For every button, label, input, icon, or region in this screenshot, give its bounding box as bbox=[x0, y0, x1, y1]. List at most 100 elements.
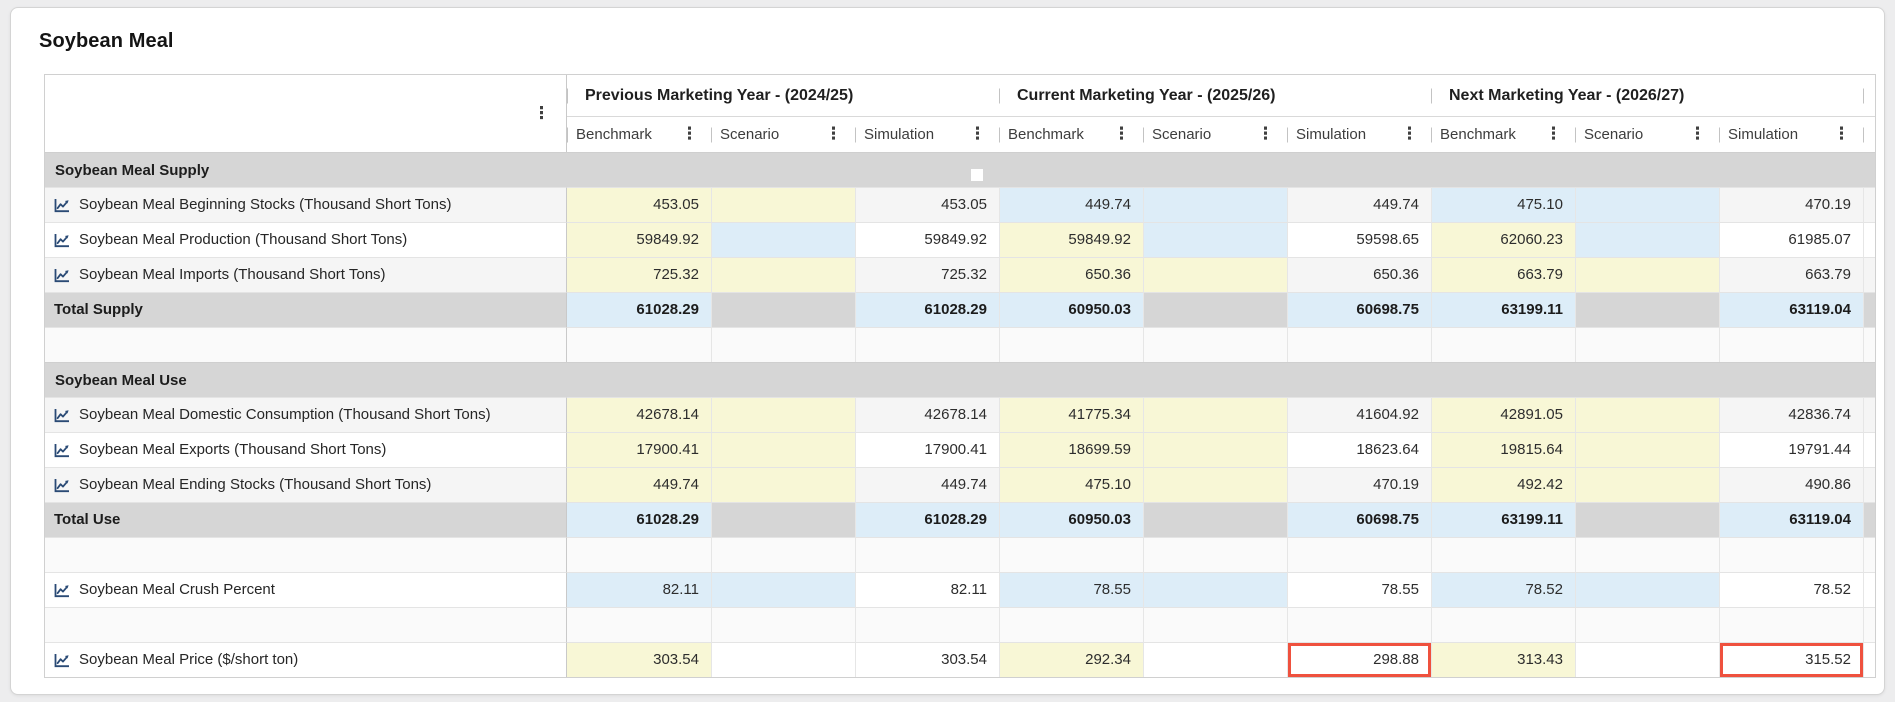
value-cell[interactable] bbox=[711, 432, 855, 467]
spacer-cell bbox=[567, 607, 711, 642]
sub-header-label: Benchmark bbox=[576, 126, 652, 143]
line-chart-icon[interactable] bbox=[54, 478, 70, 493]
value-cell[interactable] bbox=[1143, 467, 1287, 502]
row-end-spacer bbox=[1863, 257, 1875, 292]
value-cell[interactable]: 41775.34 bbox=[999, 397, 1143, 432]
line-chart-icon[interactable] bbox=[54, 198, 70, 213]
row-end-spacer bbox=[1863, 502, 1875, 537]
value-cell[interactable]: 453.05 bbox=[567, 187, 711, 222]
column-separator-tick bbox=[711, 127, 712, 142]
value-cell: 663.79 bbox=[1719, 257, 1863, 292]
value-cell[interactable]: 663.79 bbox=[1431, 257, 1575, 292]
column-separator-tick bbox=[1431, 88, 1432, 103]
value-cell[interactable]: 62060.23 bbox=[1431, 222, 1575, 257]
value-cell[interactable] bbox=[1575, 467, 1719, 502]
value-cell[interactable] bbox=[711, 257, 855, 292]
value-cell bbox=[1575, 292, 1719, 327]
value-cell[interactable]: 18699.59 bbox=[999, 432, 1143, 467]
spacer-row-label-cell bbox=[45, 327, 567, 362]
value-cell: 78.52 bbox=[1719, 572, 1863, 607]
column-kebab-menu[interactable]: ⋮ bbox=[825, 126, 842, 143]
line-chart-icon[interactable] bbox=[54, 233, 70, 248]
value-cell[interactable] bbox=[711, 467, 855, 502]
column-kebab-menu[interactable]: ⋮ bbox=[1689, 126, 1706, 143]
value-cell bbox=[711, 642, 855, 677]
value-cell bbox=[711, 292, 855, 327]
column-separator-tick bbox=[567, 88, 568, 103]
value-cell[interactable]: 449.74 bbox=[567, 467, 711, 502]
value-cell[interactable]: 303.54 bbox=[567, 642, 711, 677]
line-chart-icon[interactable] bbox=[54, 583, 70, 598]
value-cell[interactable] bbox=[1575, 397, 1719, 432]
year-group-header: Previous Marketing Year - (2024/25) bbox=[567, 75, 999, 117]
value-cell[interactable]: 292.34 bbox=[999, 642, 1143, 677]
value-cell[interactable]: 475.10 bbox=[999, 467, 1143, 502]
value-cell[interactable]: 42678.14 bbox=[567, 397, 711, 432]
row-label: Soybean Meal Ending Stocks (Thousand Sho… bbox=[45, 467, 567, 502]
sub-header-scenario[interactable]: Scenario ⋮ bbox=[1575, 117, 1719, 152]
column-kebab-menu[interactable]: ⋮ bbox=[1257, 126, 1274, 143]
value-cell[interactable] bbox=[711, 397, 855, 432]
column-kebab-menu[interactable]: ⋮ bbox=[1113, 126, 1130, 143]
sub-header-scenario[interactable]: Scenario ⋮ bbox=[1143, 117, 1287, 152]
column-kebab-menu[interactable]: ⋮ bbox=[1401, 126, 1418, 143]
spacer-cell bbox=[711, 327, 855, 362]
value-cell[interactable] bbox=[1143, 397, 1287, 432]
column-separator-tick bbox=[1143, 127, 1144, 142]
value-cell[interactable] bbox=[711, 187, 855, 222]
value-cell[interactable]: 725.32 bbox=[567, 257, 711, 292]
value-cell[interactable]: 59849.92 bbox=[567, 222, 711, 257]
table-menu-icon[interactable]: ⋮ bbox=[533, 105, 550, 122]
line-chart-icon[interactable] bbox=[54, 443, 70, 458]
value-cell[interactable]: 42891.05 bbox=[1431, 397, 1575, 432]
year-group-label: Current Marketing Year - (2025/26) bbox=[1017, 86, 1276, 104]
value-cell[interactable] bbox=[1143, 257, 1287, 292]
stray-selection-square bbox=[971, 169, 983, 181]
value-cell: 63199.11 bbox=[1431, 292, 1575, 327]
row-label-text: Soybean Meal Beginning Stocks (Thousand … bbox=[79, 196, 452, 213]
column-kebab-menu[interactable]: ⋮ bbox=[1833, 126, 1850, 143]
value-cell[interactable]: 17900.41 bbox=[567, 432, 711, 467]
column-separator-tick bbox=[999, 127, 1000, 142]
row-label-text: Soybean Meal Imports (Thousand Short Ton… bbox=[79, 266, 386, 283]
row-label: Soybean Meal Beginning Stocks (Thousand … bbox=[45, 187, 567, 222]
value-cell[interactable] bbox=[1143, 432, 1287, 467]
value-cell[interactable]: 650.36 bbox=[999, 257, 1143, 292]
sub-header-benchmark[interactable]: Benchmark ⋮ bbox=[999, 117, 1143, 152]
sub-header-simulation[interactable]: Simulation ⋮ bbox=[1287, 117, 1431, 152]
spacer-cell bbox=[567, 327, 711, 362]
column-kebab-menu[interactable]: ⋮ bbox=[1545, 126, 1562, 143]
column-kebab-menu[interactable]: ⋮ bbox=[969, 126, 986, 143]
value-cell[interactable]: 492.42 bbox=[1431, 467, 1575, 502]
value-cell bbox=[1575, 502, 1719, 537]
sub-header-benchmark[interactable]: Benchmark ⋮ bbox=[1431, 117, 1575, 152]
value-cell[interactable]: 313.43 bbox=[1431, 642, 1575, 677]
sub-header-simulation[interactable]: Simulation ⋮ bbox=[1719, 117, 1863, 152]
spacer-cell bbox=[999, 537, 1143, 572]
year-group-header: Next Marketing Year - (2026/27) bbox=[1431, 75, 1863, 117]
spacer-cell bbox=[1287, 607, 1431, 642]
column-kebab-menu[interactable]: ⋮ bbox=[681, 126, 698, 143]
line-chart-icon[interactable] bbox=[54, 653, 70, 668]
value-cell: 60698.75 bbox=[1287, 292, 1431, 327]
value-cell[interactable] bbox=[1575, 432, 1719, 467]
value-cell[interactable] bbox=[1575, 257, 1719, 292]
section-label: Soybean Meal Supply bbox=[55, 161, 210, 179]
value-cell: 490.86 bbox=[1719, 467, 1863, 502]
value-cell[interactable]: 19815.64 bbox=[1431, 432, 1575, 467]
value-cell: 449.74 bbox=[999, 187, 1143, 222]
spacer-cell bbox=[855, 327, 999, 362]
row-label: Soybean Meal Production (Thousand Short … bbox=[45, 222, 567, 257]
value-cell bbox=[1143, 222, 1287, 257]
row-end-spacer bbox=[1863, 327, 1875, 362]
value-cell[interactable]: 59849.92 bbox=[999, 222, 1143, 257]
column-separator-tick bbox=[1575, 127, 1576, 142]
line-chart-icon[interactable] bbox=[54, 408, 70, 423]
line-chart-icon[interactable] bbox=[54, 268, 70, 283]
sub-header-simulation[interactable]: Simulation ⋮ bbox=[855, 117, 999, 152]
column-separator-tick bbox=[1863, 127, 1864, 142]
value-cell: 78.55 bbox=[1287, 572, 1431, 607]
sub-header-scenario[interactable]: Scenario ⋮ bbox=[711, 117, 855, 152]
commodity-card: Soybean Meal ⋮ Previous Marketing Year - … bbox=[10, 7, 1885, 695]
sub-header-benchmark[interactable]: Benchmark ⋮ bbox=[567, 117, 711, 152]
